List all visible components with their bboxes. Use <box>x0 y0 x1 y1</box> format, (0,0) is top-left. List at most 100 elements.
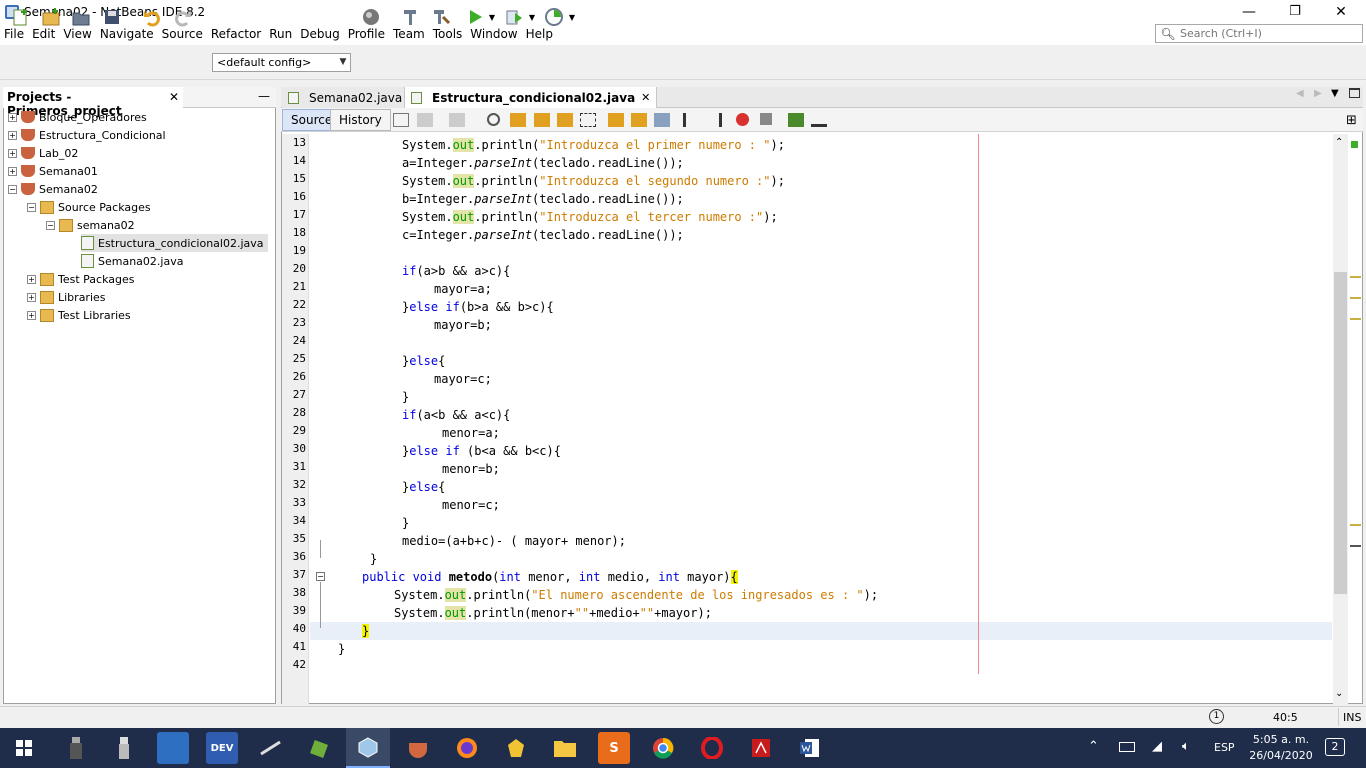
chevron-down-icon[interactable]: ▼ <box>566 6 578 28</box>
tree-item-test-libraries[interactable]: + Test Libraries <box>27 306 131 324</box>
collapse-icon[interactable]: − <box>8 184 17 194</box>
tree-item-libraries[interactable]: + Libraries <box>27 288 106 306</box>
run-icon[interactable] <box>464 6 486 28</box>
find-icon[interactable] <box>487 113 500 126</box>
code-line-30[interactable]: }else if (b<a && b<c){ <box>402 442 561 460</box>
search-box[interactable]: 🔍︎ <box>1155 24 1363 43</box>
code-line-16[interactable]: b=Integer.parseInt(teclado.readLine()); <box>402 190 684 208</box>
tab-list-icon[interactable]: ▼ <box>1331 88 1339 99</box>
tree-item-semana01[interactable]: + Semana01 <box>8 162 98 180</box>
menu-run[interactable]: Run <box>265 23 296 45</box>
collapse-icon[interactable]: − <box>27 202 36 212</box>
close-icon[interactable]: ✕ <box>169 90 179 105</box>
code-line-39[interactable]: System.out.println(menor+""+medio+""+may… <box>394 604 712 622</box>
code-line-32[interactable]: }else{ <box>402 478 445 496</box>
close-button[interactable]: ✕ <box>1318 0 1364 23</box>
minimize-panel-icon[interactable]: — <box>258 89 270 103</box>
comment-icon[interactable] <box>788 113 804 127</box>
start-macro-icon[interactable] <box>736 113 749 126</box>
code-line-20[interactable]: if(a>b && a>c){ <box>402 262 510 280</box>
code-line-38[interactable]: System.out.println("El numero ascendente… <box>394 586 878 604</box>
code-line-29[interactable]: menor=a; <box>442 424 500 442</box>
fold-collapse-icon[interactable]: − <box>316 572 325 581</box>
tree-item-package-semana02[interactable]: − semana02 <box>46 216 135 234</box>
expand-icon[interactable]: + <box>27 292 36 302</box>
last-edit-icon[interactable] <box>393 113 409 127</box>
debug-icon[interactable] <box>503 6 525 28</box>
tree-item-estructura-condicional[interactable]: + Estructura_Condicional <box>8 126 166 144</box>
tree-item-estructura-condicional02-java[interactable]: Estructura_condicional02.java <box>81 234 268 252</box>
collapse-icon[interactable]: − <box>46 220 55 230</box>
stop-macro-icon[interactable] <box>760 113 772 125</box>
tab-estructura-condicional02-java[interactable]: Estructura_condicional02.java ✕ <box>404 87 658 108</box>
code-line-37[interactable]: public void metodo(int menor, int medio,… <box>362 568 738 586</box>
scroll-up-icon[interactable]: ⌃ <box>1335 137 1343 148</box>
browser-globe-icon[interactable] <box>360 6 382 28</box>
search-input[interactable] <box>1180 27 1360 40</box>
code-line-21[interactable]: mayor=a; <box>434 280 492 298</box>
code-line-27[interactable]: } <box>402 388 409 406</box>
sublime-text-icon[interactable]: S <box>598 732 630 764</box>
code-line-25[interactable]: }else{ <box>402 352 445 370</box>
build-hammer-icon[interactable] <box>399 6 421 28</box>
tab-semana02-java[interactable]: Semana02.java ✕ <box>282 87 424 108</box>
toggle-rectangular-selection-icon[interactable] <box>580 113 596 127</box>
code-line-17[interactable]: System.out.println("Introduzca el tercer… <box>402 208 778 226</box>
profile-icon[interactable] <box>543 6 565 28</box>
toggle-highlight-icon[interactable] <box>557 113 573 127</box>
split-editor-icon[interactable]: ⊞ <box>1346 113 1357 128</box>
uncomment-icon[interactable] <box>811 113 827 127</box>
toggle-bookmark-icon[interactable] <box>654 113 670 127</box>
menu-refactor[interactable]: Refactor <box>207 23 265 45</box>
code-line-13[interactable]: System.out.println("Introduzca el primer… <box>402 136 785 154</box>
history-button[interactable]: History <box>330 109 391 131</box>
chevron-down-icon[interactable]: ▼ <box>486 6 498 28</box>
close-icon[interactable]: ✕ <box>641 91 650 104</box>
puzzle-app-icon[interactable] <box>500 732 532 764</box>
opera-icon[interactable] <box>696 732 728 764</box>
green-app-icon[interactable] <box>304 732 336 764</box>
code-line-34[interactable]: } <box>402 514 409 532</box>
expand-icon[interactable]: + <box>8 130 17 140</box>
app-launcher-icon[interactable] <box>157 732 189 764</box>
expand-icon[interactable]: + <box>8 166 17 176</box>
new-project-icon[interactable] <box>40 6 62 28</box>
new-file-icon[interactable] <box>10 6 32 28</box>
show-hidden-icons-chevron-icon[interactable]: ⌃ <box>1088 739 1099 754</box>
code-line-18[interactable]: c=Integer.parseInt(teclado.readLine()); <box>402 226 684 244</box>
language-indicator[interactable]: ESP <box>1214 741 1235 754</box>
search-icon[interactable]: 🔍︎ <box>1156 27 1180 41</box>
code-line-22[interactable]: }else if(b>a && b>c){ <box>402 298 554 316</box>
forward-icon[interactable] <box>449 113 465 127</box>
tree-item-bloque-operadores[interactable]: + Bloque_Operadores <box>8 108 147 126</box>
clean-build-icon[interactable] <box>430 6 452 28</box>
back-icon[interactable] <box>417 113 433 127</box>
virtualbox-icon[interactable] <box>346 728 390 768</box>
shift-right-icon[interactable] <box>706 113 722 127</box>
undo-icon[interactable] <box>141 6 163 28</box>
battery-icon[interactable] <box>1119 742 1135 752</box>
code-line-35[interactable]: medio=(a+b+c)- ( mayor+ menor); <box>402 532 626 550</box>
tools-icon[interactable] <box>255 732 287 764</box>
expand-icon[interactable]: + <box>8 148 17 158</box>
annotation-mark[interactable] <box>1350 524 1361 526</box>
code-line-33[interactable]: menor=c; <box>442 496 500 514</box>
expand-icon[interactable]: + <box>27 310 36 320</box>
tree-item-test-packages[interactable]: + Test Packages <box>27 270 134 288</box>
code-line-36[interactable]: } <box>370 550 377 568</box>
dev-cpp-icon[interactable]: DEV <box>206 732 238 764</box>
save-all-icon[interactable] <box>101 6 123 28</box>
acrobat-reader-icon[interactable] <box>745 732 777 764</box>
projects-tab[interactable]: Projects - Primeros_project ✕ <box>3 87 183 118</box>
shift-left-icon[interactable] <box>683 113 699 127</box>
expand-icon[interactable]: + <box>8 112 17 122</box>
code-line-31[interactable]: menor=b; <box>442 460 500 478</box>
next-bookmark-icon[interactable] <box>631 113 647 127</box>
find-previous-icon[interactable] <box>510 113 526 127</box>
flash-drive-icon[interactable] <box>108 732 140 764</box>
scrollbar-thumb[interactable] <box>1334 272 1347 594</box>
wifi-icon[interactable]: ◢ <box>1152 739 1162 754</box>
tree-item-source-packages[interactable]: − Source Packages <box>27 198 151 216</box>
clock-date[interactable]: 26/04/2020 <box>1249 749 1313 762</box>
code-line-41[interactable]: } <box>338 640 345 658</box>
